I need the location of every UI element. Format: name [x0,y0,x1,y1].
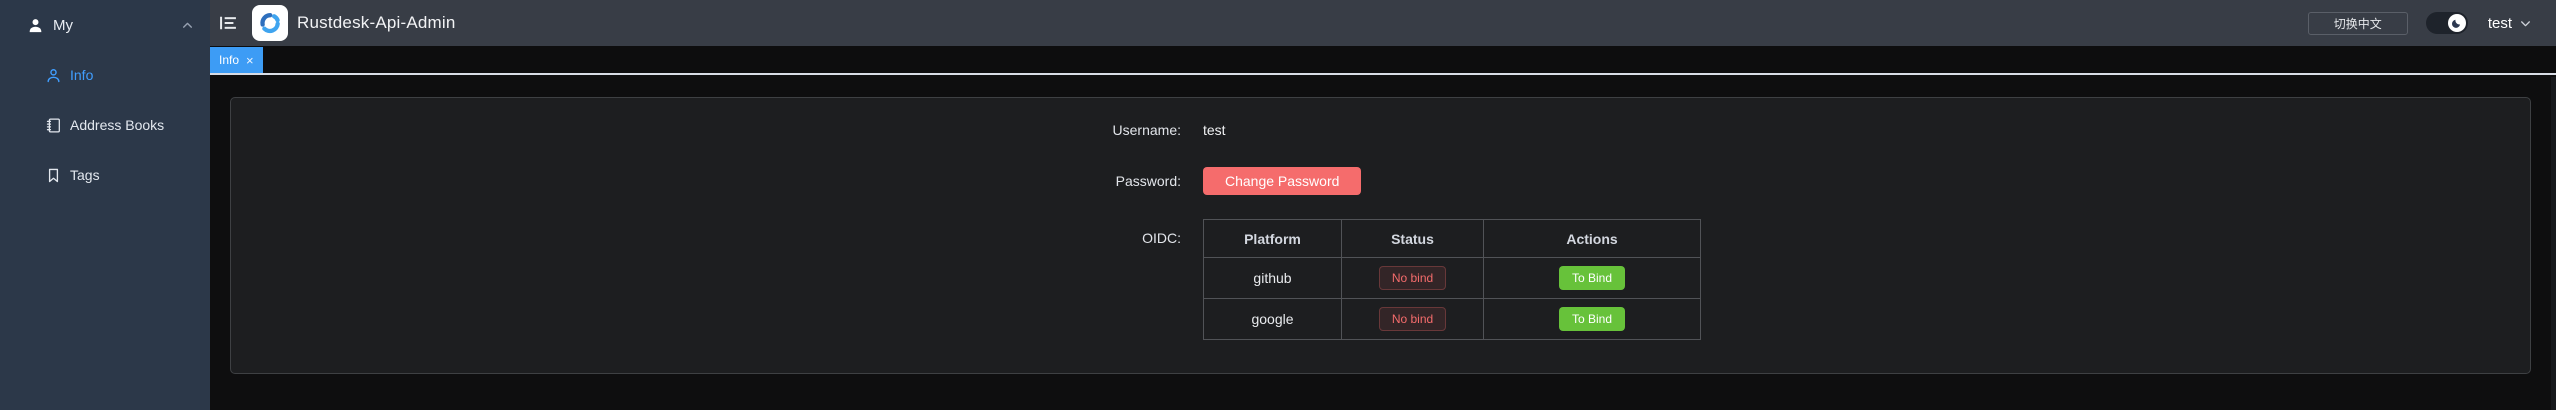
column-header-actions: Actions [1484,220,1701,258]
password-row: Password: Change Password [231,167,2530,195]
table-row-github: github No bind To Bind [1204,258,1701,299]
moon-icon [2448,14,2466,32]
username-label: Username: [231,116,1181,144]
sidebar-item-label: Tags [70,167,100,183]
bookmark-icon [45,167,62,184]
account-info-panel: Username: test Password: Change Password… [230,97,2531,374]
top-header: Rustdesk-Api-Admin 切换中文 test [210,0,2556,46]
column-header-platform: Platform [1204,220,1342,258]
sidebar-group-label: My [53,17,181,34]
user-outline-icon [45,67,62,84]
tab-info[interactable]: Info × [210,47,263,73]
user-name: test [2488,15,2512,32]
scrollbar-track[interactable] [2551,77,2556,410]
status-cell: No bind [1342,299,1484,340]
username-row: Username: test [231,116,2530,144]
sidebar-item-info[interactable]: Info [0,50,210,100]
address-book-icon [45,117,62,134]
actions-cell: To Bind [1484,258,1701,299]
sidebar-item-address-books[interactable]: Address Books [0,100,210,150]
column-header-status: Status [1342,220,1484,258]
status-badge: No bind [1379,307,1446,331]
table-row-google: google No bind To Bind [1204,299,1701,340]
tabs-view-bar: Info × [210,46,2556,75]
oidc-table: Platform Status Actions github No bind [1203,219,1701,340]
status-cell: No bind [1342,258,1484,299]
password-label: Password: [231,167,1181,195]
sidebar-group-my[interactable]: My [0,0,210,50]
username-value: test [1203,116,1226,144]
oidc-label: OIDC: [231,219,1181,257]
sidebar-item-tags[interactable]: Tags [0,150,210,200]
rustdesk-logo [252,5,288,41]
to-bind-button[interactable]: To Bind [1559,266,1625,290]
sidebar-item-label: Address Books [70,117,164,133]
language-switch-button[interactable]: 切换中文 [2308,12,2408,35]
hamburger-icon[interactable] [218,13,238,33]
oidc-row: OIDC: Platform Status Actions [231,219,2530,340]
main-content: Username: test Password: Change Password… [210,77,2556,410]
account-form: Username: test Password: Change Password… [231,116,2530,340]
chevron-down-icon [2519,17,2532,30]
app-window: My Info Address Books [0,0,2556,410]
oidc-table-header-row: Platform Status Actions [1204,220,1701,258]
user-dropdown[interactable]: test [2488,15,2532,32]
platform-cell: google [1204,299,1342,340]
close-icon[interactable]: × [246,54,254,67]
user-icon [27,17,44,34]
header-right-cluster: 切换中文 test [2308,12,2556,35]
sidebar: My Info Address Books [0,0,210,410]
change-password-button[interactable]: Change Password [1203,167,1361,195]
status-badge: No bind [1379,266,1446,290]
to-bind-button[interactable]: To Bind [1559,307,1625,331]
sidebar-item-label: Info [70,67,93,83]
chevron-up-icon [181,19,194,32]
actions-cell: To Bind [1484,299,1701,340]
app-title: Rustdesk-Api-Admin [297,13,456,33]
dark-mode-toggle[interactable] [2426,12,2468,34]
tab-label: Info [219,53,239,67]
platform-cell: github [1204,258,1342,299]
